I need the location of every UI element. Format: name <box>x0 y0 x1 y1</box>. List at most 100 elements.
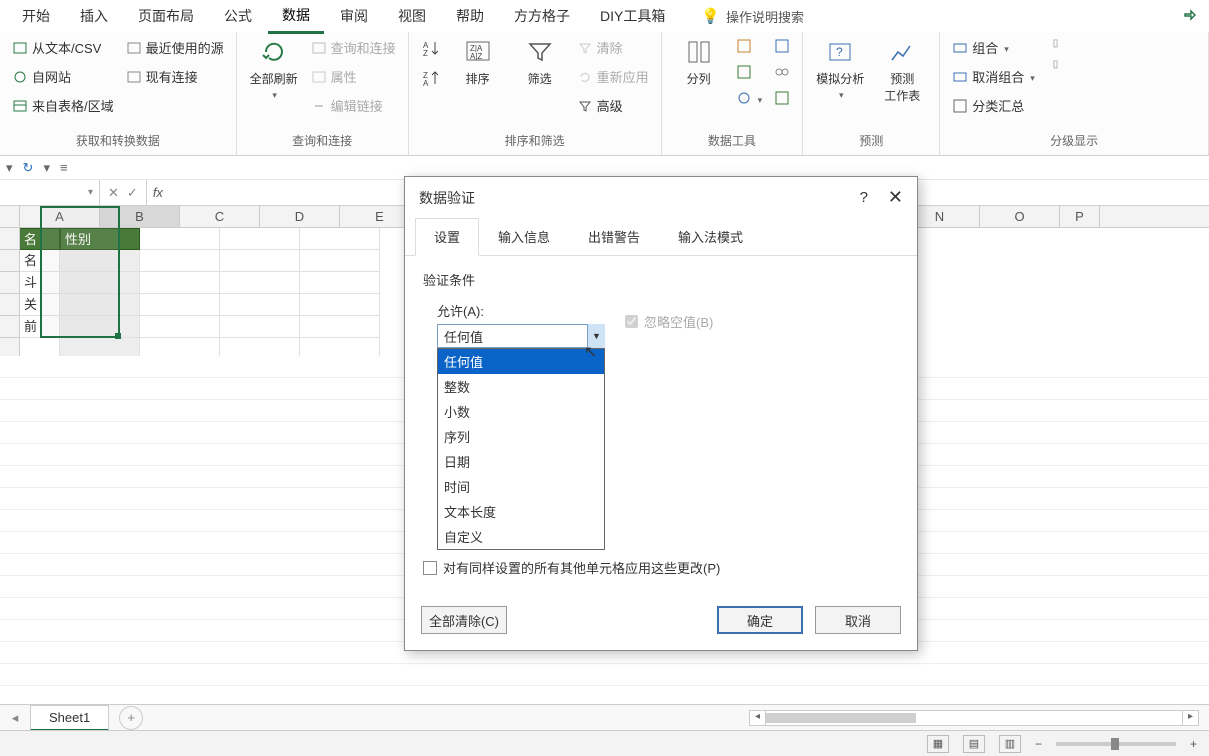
btn-data-model[interactable] <box>772 88 792 108</box>
close-icon[interactable]: ✕ <box>888 187 903 208</box>
tab-ime-mode[interactable]: 输入法模式 <box>659 218 762 255</box>
clear-all-button[interactable]: 全部清除(C) <box>421 606 507 634</box>
btn-sort-desc[interactable]: ZA <box>419 66 443 90</box>
btn-forecast-sheet[interactable]: 预测 工作表 <box>875 36 929 104</box>
btn-data-validation[interactable] <box>734 88 765 108</box>
btn-consolidate[interactable] <box>772 36 792 56</box>
tab-data[interactable]: 数据 <box>268 0 324 34</box>
cell[interactable]: 前 <box>20 316 60 338</box>
view-page-layout-icon[interactable]: ▤ <box>963 735 985 753</box>
help-icon[interactable]: ? <box>860 189 868 206</box>
select-all-corner[interactable] <box>0 206 20 227</box>
scroll-left-icon[interactable]: ◂ <box>750 711 766 725</box>
tab-fangfang[interactable]: 方方格子 <box>500 0 584 32</box>
zoom-in-icon[interactable]: + <box>1190 737 1197 751</box>
btn-text-to-columns[interactable]: 分列 <box>672 36 726 87</box>
allow-option[interactable]: 整数 <box>438 374 604 399</box>
sheet-nav-prev[interactable]: ◂ <box>0 710 30 726</box>
btn-recent-sources[interactable]: 最近使用的源 <box>124 36 226 59</box>
tab-help[interactable]: 帮助 <box>442 0 498 32</box>
enter-formula-icon[interactable]: ✓ <box>127 185 138 201</box>
apply-to-all-checkbox[interactable]: 对有同样设置的所有其他单元格应用这些更改(P) <box>423 558 899 577</box>
cell[interactable]: 名 <box>20 228 60 250</box>
cell[interactable] <box>60 272 140 294</box>
col-header[interactable]: C <box>180 206 260 227</box>
btn-relationships[interactable] <box>772 62 792 82</box>
scroll-right-icon[interactable]: ▸ <box>1182 711 1198 725</box>
btn-remove-duplicates[interactable] <box>734 62 765 82</box>
group-data-tools: 分列 数据工具 <box>662 32 804 155</box>
qat-more-icon[interactable]: ▾ <box>43 160 50 176</box>
col-header[interactable]: P <box>1060 206 1100 227</box>
cell[interactable] <box>60 250 140 272</box>
btn-sort-asc[interactable]: AZ <box>419 36 443 60</box>
cell[interactable]: 斗 <box>20 272 60 294</box>
checkbox <box>625 315 638 328</box>
btn-from-table-range[interactable]: 来自表格/区域 <box>10 94 116 117</box>
zoom-slider[interactable] <box>1056 742 1176 746</box>
tab-page-layout[interactable]: 页面布局 <box>124 0 208 32</box>
chevron-down-icon[interactable]: ▼ <box>587 324 605 348</box>
allow-option[interactable]: 序列 <box>438 424 604 449</box>
allow-option[interactable]: 自定义 <box>438 524 604 549</box>
btn-filter[interactable]: 筛选 <box>513 36 567 87</box>
allow-option[interactable]: 时间 <box>438 474 604 499</box>
tab-review[interactable]: 审阅 <box>326 0 382 32</box>
ok-button[interactable]: 确定 <box>717 606 803 634</box>
btn-advanced-filter[interactable]: 高级 <box>575 94 651 117</box>
cancel-formula-icon[interactable]: ✕ <box>108 185 119 201</box>
cell[interactable]: 性别 <box>60 228 140 250</box>
btn-whatif[interactable]: ? 模拟分析 <box>813 36 867 101</box>
btn-flash-fill[interactable] <box>734 36 765 56</box>
allow-combobox[interactable]: 任何值 ▼ 任何值 整数 小数 序列 日期 时间 文本长度 自定义 <box>437 324 605 348</box>
btn-from-web[interactable]: 自网站 <box>10 65 116 88</box>
col-header[interactable]: B <box>100 206 180 227</box>
redo-icon[interactable]: ↻ <box>23 160 34 176</box>
forecast-icon <box>886 36 918 68</box>
col-header[interactable]: O <box>980 206 1060 227</box>
cell[interactable]: 名 <box>20 250 60 272</box>
tab-home[interactable]: 开始 <box>8 0 64 32</box>
tab-diy[interactable]: DIY工具箱 <box>586 0 679 32</box>
fx-icon[interactable]: fx <box>147 185 169 200</box>
tab-formulas[interactable]: 公式 <box>210 0 266 32</box>
share-icon[interactable] <box>1175 4 1203 28</box>
cell[interactable] <box>60 316 140 338</box>
view-page-break-icon[interactable]: ▥ <box>999 735 1021 753</box>
col-header[interactable]: D <box>260 206 340 227</box>
btn-existing-connections[interactable]: 现有连接 <box>124 65 226 88</box>
refresh-icon <box>258 36 290 68</box>
tab-insert[interactable]: 插入 <box>66 0 122 32</box>
allow-option[interactable]: 文本长度 <box>438 499 604 524</box>
cell[interactable] <box>60 294 140 316</box>
btn-group[interactable]: 组合 <box>950 36 1037 59</box>
btn-ungroup[interactable]: 取消组合 <box>950 65 1037 88</box>
horizontal-scrollbar[interactable]: ◂ ▸ <box>749 710 1199 726</box>
allow-option[interactable]: 小数 <box>438 399 604 424</box>
tab-view[interactable]: 视图 <box>384 0 440 32</box>
btn-subtotal[interactable]: 分类汇总 <box>950 94 1037 117</box>
allow-option[interactable]: 任何值 <box>438 349 604 374</box>
btn-queries-connections[interactable]: 查询和连接 <box>309 36 398 59</box>
btn-from-text-csv[interactable]: 从文本/CSV <box>10 36 116 59</box>
sheet-tab[interactable]: Sheet1 <box>30 705 109 731</box>
btn-hide-detail[interactable]: ▯ <box>1051 57 1061 72</box>
allow-option[interactable]: 日期 <box>438 449 604 474</box>
scrollbar-thumb[interactable] <box>766 713 916 723</box>
tab-input-message[interactable]: 输入信息 <box>479 218 569 255</box>
cell[interactable]: 关 <box>20 294 60 316</box>
tab-settings[interactable]: 设置 <box>415 218 479 256</box>
cancel-button[interactable]: 取消 <box>815 606 901 634</box>
name-box[interactable] <box>0 180 100 205</box>
tab-error-alert[interactable]: 出错警告 <box>569 218 659 255</box>
undo-dropdown-icon[interactable]: ▾ <box>6 160 13 176</box>
col-header[interactable]: A <box>20 206 100 227</box>
tell-me-search[interactable]: 💡 操作说明搜索 <box>701 7 804 26</box>
add-sheet-button[interactable]: + <box>119 706 143 730</box>
view-normal-icon[interactable]: ▦ <box>927 735 949 753</box>
zoom-out-icon[interactable]: − <box>1035 737 1042 751</box>
checkbox-icon[interactable] <box>423 561 437 575</box>
btn-refresh-all[interactable]: 全部刷新 <box>247 36 301 101</box>
btn-show-detail[interactable]: ▯ <box>1051 36 1061 51</box>
btn-sort[interactable]: Z|AA|Z 排序 <box>451 36 505 87</box>
